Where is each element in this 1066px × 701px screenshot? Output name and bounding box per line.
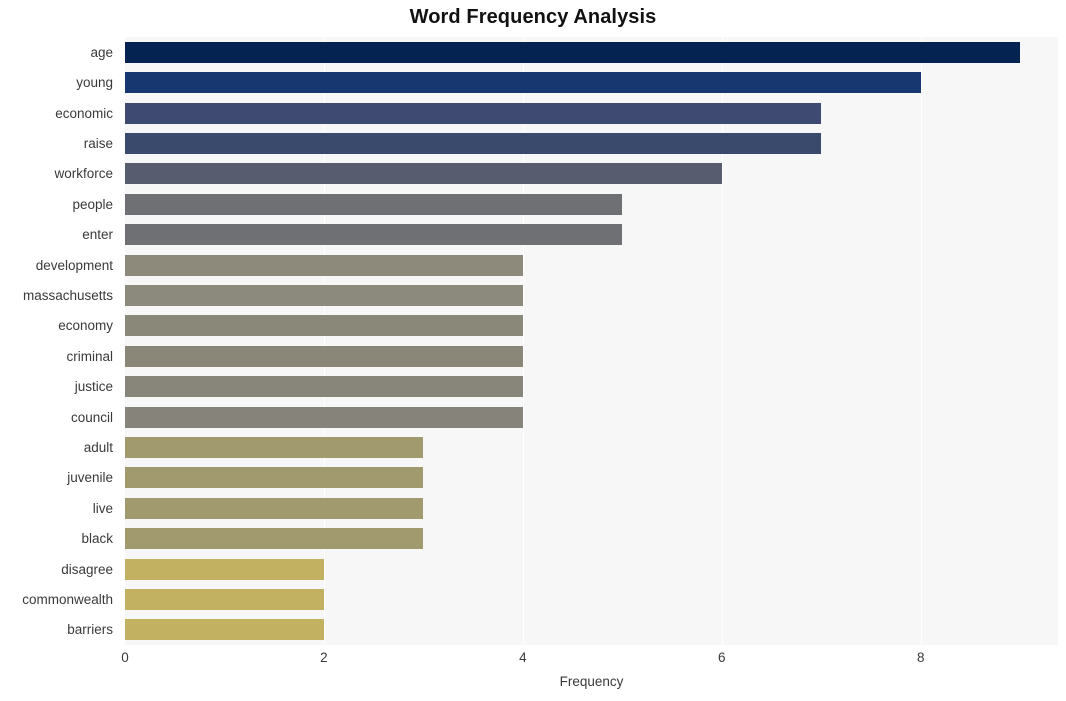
bar-fill xyxy=(125,436,424,458)
y-tick-label-people: people xyxy=(72,196,113,212)
y-tick-label-age: age xyxy=(90,44,113,60)
y-tick-label-barriers: barriers xyxy=(67,622,113,638)
bar-fill xyxy=(125,558,324,580)
bar-fill xyxy=(125,163,722,185)
y-tick-label-justice: justice xyxy=(74,379,113,395)
bar-economy[interactable] xyxy=(125,315,523,337)
y-axis-labels: age young economic raise workforce people ente… xyxy=(0,37,119,645)
y-tick-label-disagree: disagree xyxy=(61,561,113,577)
bar-development[interactable] xyxy=(125,254,523,276)
y-tick-label-council: council xyxy=(70,409,113,425)
y-tick-label-live: live xyxy=(92,500,113,516)
chart-figure: Word Frequency Analysis age young economic… xyxy=(0,0,1066,701)
x-tick-label-6: 6 xyxy=(718,650,726,665)
bar-people[interactable] xyxy=(125,193,623,215)
y-tick-label-enter: enter xyxy=(82,227,113,243)
bar-fill xyxy=(125,497,424,519)
bar-fill xyxy=(125,132,822,154)
bar-fill xyxy=(125,193,623,215)
bar-workforce[interactable] xyxy=(125,163,722,185)
bar-fill xyxy=(125,345,523,367)
x-tick-label-0: 0 xyxy=(121,650,129,665)
y-tick-label-commonwealth: commonwealth xyxy=(22,591,113,607)
bar-commonwealth[interactable] xyxy=(125,588,324,610)
x-axis-ticks: 0 2 4 6 8 xyxy=(121,645,1058,671)
y-tick-label-development: development xyxy=(35,257,113,273)
bar-enter[interactable] xyxy=(125,224,623,246)
bar-juvenile[interactable] xyxy=(125,467,424,489)
bar-fill xyxy=(125,315,523,337)
bar-fill xyxy=(125,619,324,641)
bar-massachusetts[interactable] xyxy=(125,284,523,306)
bar-fill xyxy=(125,224,623,246)
bar-fill xyxy=(125,72,921,94)
bar-criminal[interactable] xyxy=(125,345,523,367)
y-tick-label-juvenile: juvenile xyxy=(67,470,113,486)
bar-fill xyxy=(125,588,324,610)
x-tick-label-8: 8 xyxy=(916,650,925,665)
y-tick-label-black: black xyxy=(81,531,113,547)
bar-fill xyxy=(125,528,424,550)
bar-justice[interactable] xyxy=(125,376,523,398)
bar-live[interactable] xyxy=(125,497,424,519)
bar-barriers[interactable] xyxy=(125,619,324,641)
bar-age[interactable] xyxy=(125,41,1021,63)
plot-area xyxy=(125,37,1058,645)
bar-fill xyxy=(125,284,523,306)
y-tick-label-adult: adult xyxy=(83,439,113,455)
bar-fill xyxy=(125,467,424,489)
x-tick-label-2: 2 xyxy=(320,650,328,665)
bar-fill xyxy=(125,41,1021,63)
y-tick-label-economic: economic xyxy=(55,105,113,121)
chart-title: Word Frequency Analysis xyxy=(409,6,657,28)
bar-disagree[interactable] xyxy=(125,558,324,580)
y-tick-label-workforce: workforce xyxy=(54,166,113,182)
bar-economic[interactable] xyxy=(125,102,822,124)
bar-fill xyxy=(125,102,822,124)
bar-young[interactable] xyxy=(125,72,921,94)
bar-adult[interactable] xyxy=(125,436,424,458)
bar-fill xyxy=(125,406,523,428)
y-tick-label-raise: raise xyxy=(83,135,113,151)
x-axis-title: Frequency xyxy=(559,674,624,689)
y-tick-label-young: young xyxy=(76,75,113,91)
bar-council[interactable] xyxy=(125,406,523,428)
bar-raise[interactable] xyxy=(125,132,822,154)
y-tick-label-criminal: criminal xyxy=(66,348,113,364)
x-tick-label-4: 4 xyxy=(519,650,527,665)
bar-black[interactable] xyxy=(125,528,424,550)
bar-fill xyxy=(125,376,523,398)
y-tick-label-economy: economy xyxy=(58,318,113,334)
bars-container xyxy=(125,37,1058,645)
y-tick-label-massachusetts: massachusetts xyxy=(22,287,113,303)
bar-fill xyxy=(125,254,523,276)
